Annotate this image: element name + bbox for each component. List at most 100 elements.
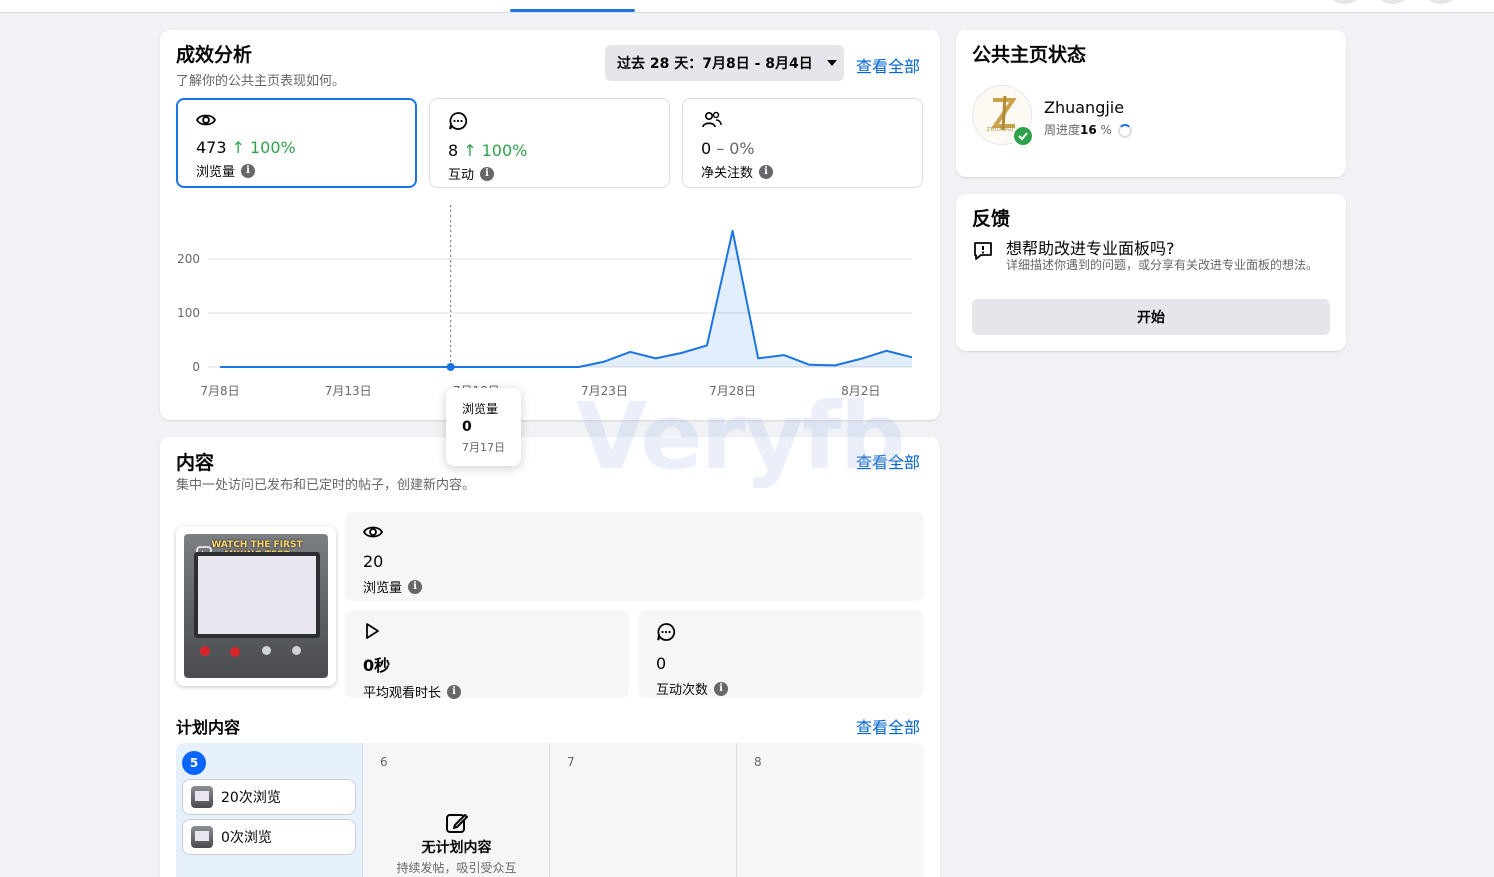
calendar-day-number: 6 xyxy=(380,755,388,769)
metric-change: 0% xyxy=(729,139,755,158)
today-badge: 5 xyxy=(182,751,206,775)
planned-post-label: 20次浏览 xyxy=(221,790,281,806)
metric-label: 净关注数 xyxy=(701,166,754,181)
x-tick-label: 7月8日 xyxy=(200,384,239,398)
chart-tooltip: 浏览量 0 7月17日 xyxy=(446,388,521,466)
chat-icon xyxy=(449,112,468,130)
progress-ring-icon xyxy=(1117,123,1132,138)
tooltip-date: 7月17日 xyxy=(462,441,505,454)
page-status-title: 公共主页状态 xyxy=(972,44,1087,66)
highlight-point[interactable] xyxy=(446,363,455,371)
empty-state-subtitle: 持续发帖，吸引受众互 xyxy=(396,861,517,875)
nav-circle-button[interactable] xyxy=(1424,0,1458,4)
calendar-day-today[interactable]: 5 20次浏览 0次浏览 xyxy=(176,743,363,877)
progress-suffix: % xyxy=(1100,123,1112,137)
tooltip-value: 0 xyxy=(462,419,472,435)
feedback-description: 详细描述你遇到的问题，或分享有关改进专业面板的想法。 xyxy=(1006,258,1319,272)
calendar-day[interactable]: 6 无计划内容 持续发帖，吸引受众互 xyxy=(363,743,550,877)
date-range-dropdown[interactable]: 过去 28 天：7月8日 - 8月4日 xyxy=(605,45,844,81)
metric-card-views[interactable]: 473 ↑ 100% 浏览量 i xyxy=(176,98,417,188)
info-icon[interactable]: i xyxy=(408,579,423,594)
stat-label: 浏览量 xyxy=(363,581,403,596)
weekly-progress: 周进度16 % xyxy=(1044,121,1132,138)
tooltip-label: 浏览量 xyxy=(462,402,499,416)
active-tab-indicator xyxy=(510,9,635,12)
series-line xyxy=(220,229,913,368)
planned-post-item[interactable]: 0次浏览 xyxy=(182,819,356,855)
stat-value: 20 xyxy=(363,552,384,571)
info-icon[interactable]: i xyxy=(480,166,495,181)
metric-card-net-follows[interactable]: 0–0% 净关注数 i xyxy=(682,98,923,188)
metric-value: 0 xyxy=(701,139,712,158)
x-tick-label: 7月23日 xyxy=(581,384,628,398)
calendar-day-number: 7 xyxy=(567,755,575,769)
calendar-day[interactable]: 7 xyxy=(550,743,737,877)
compose-icon[interactable] xyxy=(445,811,469,835)
post-views-stat: 20 浏览量 i xyxy=(345,512,924,601)
people-icon xyxy=(702,111,722,128)
metric-label: 浏览量 xyxy=(196,165,236,180)
post-thumbnail[interactable]: WATCH THE FIRST MIXING TEST xyxy=(176,526,336,686)
planned-content-title: 计划内容 xyxy=(176,718,241,737)
feedback-question: 想帮助改进专业面板吗? xyxy=(1006,239,1175,258)
machine-red-button xyxy=(200,646,210,656)
series-area xyxy=(220,230,912,367)
performance-title: 成效分析 xyxy=(176,44,253,66)
nav-circle-button[interactable] xyxy=(1376,0,1410,4)
y-tick-label: 200 xyxy=(177,252,200,266)
arrow-up-icon: ↑ xyxy=(463,141,477,160)
calendar-day-number: 8 xyxy=(754,755,762,769)
y-tick-label: 0 xyxy=(192,360,200,374)
planned-post-item[interactable]: 20次浏览 xyxy=(182,779,356,815)
info-icon[interactable]: i xyxy=(759,164,774,179)
stat-label: 互动次数 xyxy=(656,683,709,698)
performance-subtitle: 了解你的公共主页表现如何。 xyxy=(176,74,346,89)
start-feedback-button[interactable]: 开始 xyxy=(972,299,1330,335)
performance-card: 成效分析 了解你的公共主页表现如何。 过去 28 天：7月8日 - 8月4日 查… xyxy=(160,30,940,420)
metric-change: 100% xyxy=(481,141,528,160)
machine-screen xyxy=(194,552,320,638)
verified-check-icon xyxy=(1012,125,1034,147)
page-name[interactable]: Zhuangjie xyxy=(1044,98,1124,117)
dash-icon: – xyxy=(716,139,725,158)
info-icon[interactable]: i xyxy=(241,163,256,178)
stat-value: 0 xyxy=(656,654,667,673)
date-range-label: 过去 28 天：7月8日 - 8月4日 xyxy=(617,56,813,72)
content-title: 内容 xyxy=(176,452,215,474)
machine-red-button xyxy=(230,647,240,657)
machine-grey-button xyxy=(292,646,301,655)
stat-value: 0秒 xyxy=(363,656,391,675)
metric-value: 8 xyxy=(448,141,459,160)
feedback-title: 反馈 xyxy=(972,208,1011,230)
content-subtitle: 集中一处访问已发布和已定时的帖子，创建新内容。 xyxy=(176,478,476,493)
content-view-all-link[interactable]: 查看全部 xyxy=(856,449,920,473)
planned-view-all-link[interactable]: 查看全部 xyxy=(856,714,920,738)
y-tick-label: 100 xyxy=(177,306,200,320)
post-watch-time-stat: 0秒 平均观看时长 i xyxy=(345,610,629,701)
views-chart: 01002007月8日7月13日7月18日7月23日7月28日8月2日 xyxy=(177,205,913,398)
chat-icon xyxy=(657,623,676,641)
top-navigation-bar xyxy=(0,0,1494,13)
x-tick-label: 7月28日 xyxy=(709,384,756,398)
metric-card-interactions[interactable]: 8 ↑ 100% 互动 i xyxy=(429,98,670,188)
progress-value: 16 xyxy=(1080,123,1097,137)
metric-label: 互动 xyxy=(448,168,475,183)
metric-value: 473 xyxy=(196,138,227,157)
empty-state-title: 无计划内容 xyxy=(421,840,492,856)
post-mini-thumbnail xyxy=(191,786,213,808)
content-card: 内容 集中一处访问已发布和已定时的帖子，创建新内容。 查看全部 WATCH TH… xyxy=(160,437,940,877)
info-icon[interactable]: i xyxy=(447,684,462,699)
machine-grey-button xyxy=(262,646,271,655)
performance-view-all-link[interactable]: 查看全部 xyxy=(856,53,920,77)
arrow-up-icon: ↑ xyxy=(231,138,245,157)
post-mini-thumbnail xyxy=(191,826,213,848)
metric-change: 100% xyxy=(249,138,296,157)
play-icon xyxy=(366,623,379,639)
info-icon[interactable]: i xyxy=(714,681,729,696)
nav-circle-button[interactable] xyxy=(1328,0,1362,4)
post-image: WATCH THE FIRST MIXING TEST xyxy=(184,534,328,678)
page-status-card: 公共主页状态 ZHUANGJIE Zhuangjie 周进度16 % xyxy=(956,30,1346,177)
calendar-day[interactable]: 8 xyxy=(737,743,924,877)
progress-prefix: 周进度 xyxy=(1044,123,1081,137)
feedback-card: 反馈 想帮助改进专业面板吗? 详细描述你遇到的问题，或分享有关改进专业面板的想法… xyxy=(956,194,1346,351)
